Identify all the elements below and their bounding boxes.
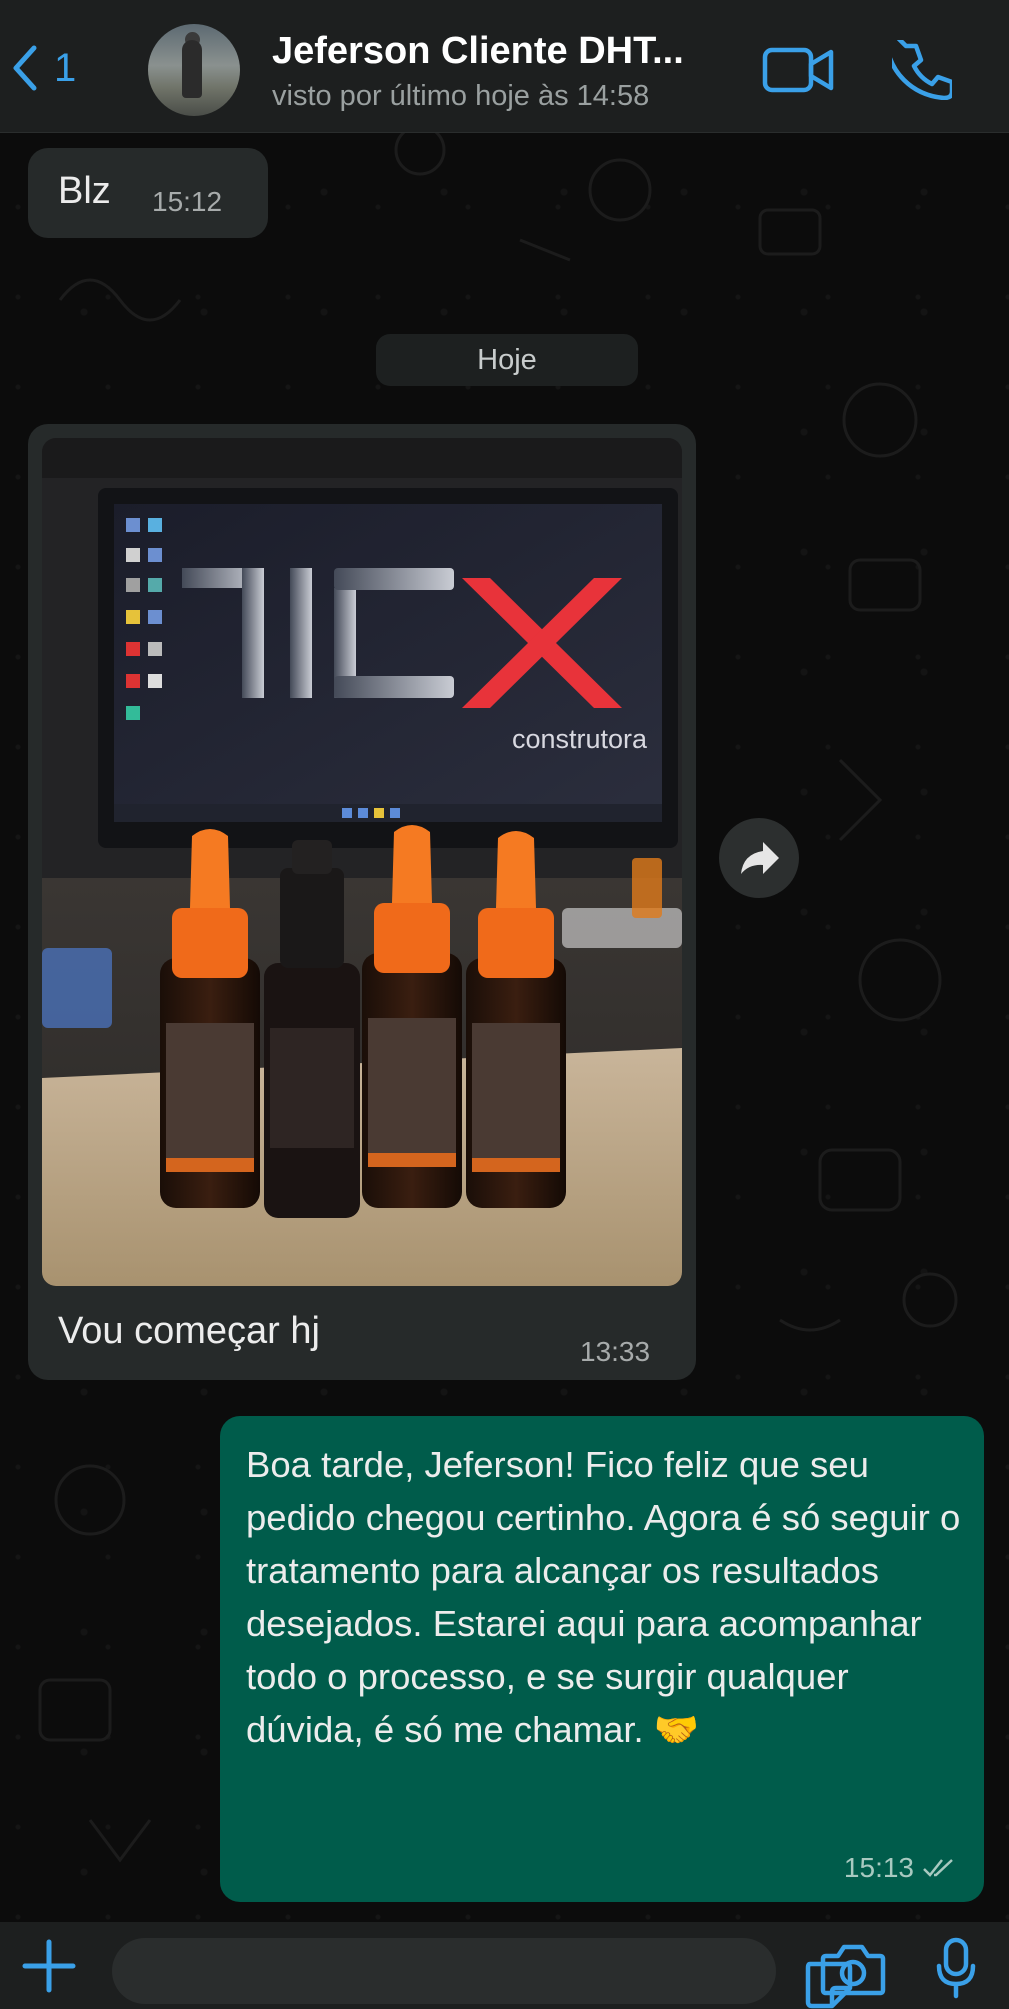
message-time: 15:12 <box>152 186 223 217</box>
photo-illustration: construtora <box>42 438 682 1286</box>
plus-icon[interactable] <box>22 1936 76 1996</box>
contact-avatar[interactable] <box>148 24 240 116</box>
message-text: Boa tarde, Jeferson! Fico feliz que seu … <box>246 1444 961 1750</box>
incoming-message[interactable]: Blz 15:12 <box>28 148 268 238</box>
back-button[interactable]: 1 <box>10 40 76 96</box>
message-time: 15:13 <box>843 1852 914 1883</box>
forward-button[interactable] <box>719 818 799 898</box>
double-check-icon <box>923 1859 953 1877</box>
chat-screen: 1 Jeferson Cliente DHT... visto por últi… <box>0 0 1009 2009</box>
incoming-image-message[interactable]: construtora Vou começar hj 13:33 <box>28 424 696 1380</box>
message-meta: 15:13 <box>844 1852 958 1884</box>
forward-icon <box>741 842 779 874</box>
outgoing-message[interactable]: Boa tarde, Jeferson! Fico feliz que seu … <box>220 1416 984 1902</box>
image-caption: Vou começar hj <box>58 1310 320 1352</box>
message-time: 13:33 <box>580 1336 651 1367</box>
chat-header: 1 Jeferson Cliente DHT... visto por últi… <box>0 0 1009 133</box>
message-photo[interactable]: construtora <box>42 438 682 1286</box>
message-input[interactable] <box>112 1938 853 2009</box>
unread-count: 1 <box>54 45 77 90</box>
camera-icon[interactable] <box>820 1940 886 1998</box>
message-text: Blz <box>58 170 111 212</box>
chevron-left-icon <box>13 45 37 91</box>
phone-icon[interactable] <box>892 40 952 100</box>
video-call-icon[interactable] <box>762 44 834 96</box>
date-separator: Hoje <box>376 334 638 386</box>
composer-bar <box>0 1922 1009 2009</box>
logo-text: construtora <box>512 724 648 754</box>
contact-name[interactable]: Jeferson Cliente DHT... <box>272 30 684 73</box>
last-seen-status: visto por último hoje às 14:58 <box>272 80 650 112</box>
microphone-icon[interactable] <box>936 1936 976 2000</box>
